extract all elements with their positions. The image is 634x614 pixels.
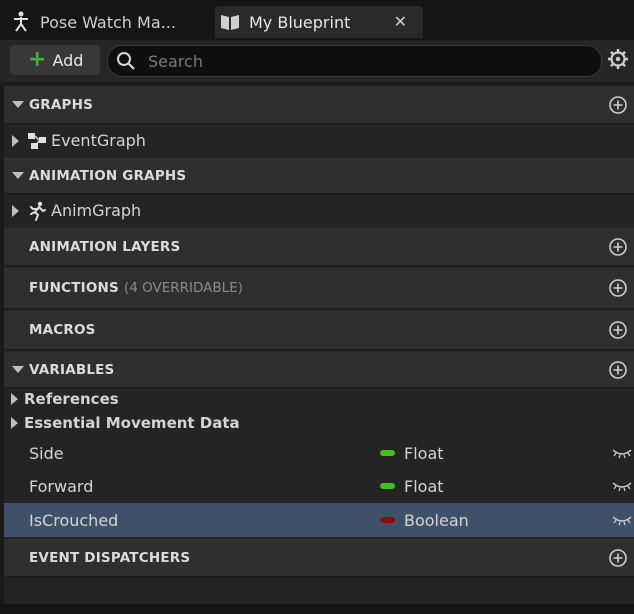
section-macros[interactable]: MACROS <box>4 311 634 350</box>
section-animation-graphs[interactable]: ANIMATION GRAPHS <box>4 158 634 194</box>
gear-icon[interactable] <box>607 48 629 70</box>
graph-nodes-icon <box>28 132 46 149</box>
add-variable-icon[interactable] <box>609 360 627 379</box>
category-essential-movement-data[interactable]: Essential Movement Data <box>4 411 634 435</box>
section-label: MACROS <box>29 322 96 338</box>
add-function-icon[interactable] <box>609 279 627 297</box>
float-pin-icon <box>380 483 395 489</box>
variable-type[interactable]: Float <box>404 444 444 463</box>
section-sub-label: (4 OVERRIDABLE) <box>123 280 243 296</box>
closed-eye-icon[interactable] <box>612 447 632 459</box>
section-functions[interactable]: FUNCTIONS (4 OVERRIDABLE) <box>4 268 634 309</box>
boolean-pin-icon <box>380 517 395 523</box>
category-references[interactable]: References <box>4 387 634 411</box>
section-label: GRAPHS <box>29 96 94 113</box>
closed-eye-icon[interactable] <box>612 480 632 492</box>
section-animation-layers[interactable]: ANIMATION LAYERS <box>4 228 634 266</box>
bottom-bar <box>0 604 634 614</box>
tab-my-blueprint[interactable]: My Blueprint ✕ <box>215 6 423 38</box>
search-icon <box>117 52 135 70</box>
book-icon <box>219 11 241 33</box>
variable-type[interactable]: Boolean <box>404 511 469 530</box>
item-label: EventGraph <box>51 131 146 150</box>
tab-label: My Blueprint <box>249 12 351 32</box>
search-box <box>107 45 602 77</box>
list-item-animgraph[interactable]: AnimGraph <box>4 193 634 228</box>
expand-arrow-icon <box>12 134 19 147</box>
closed-eye-icon[interactable] <box>612 514 632 526</box>
variable-name: Side <box>29 443 64 463</box>
collapse-arrow-icon <box>12 101 24 108</box>
toolbar: + Add <box>0 40 634 82</box>
variable-row-forward[interactable]: Forward Float <box>4 471 634 501</box>
section-graphs[interactable]: GRAPHS <box>4 86 634 124</box>
expand-arrow-icon <box>11 417 18 429</box>
section-label: ANIMATION GRAPHS <box>29 167 187 184</box>
section-label: EVENT DISPATCHERS <box>29 549 191 566</box>
section-label: VARIABLES <box>29 361 115 378</box>
add-graph-icon[interactable] <box>609 95 627 114</box>
section-label: FUNCTIONS <box>29 280 119 296</box>
section-variables[interactable]: VARIABLES <box>4 352 634 388</box>
section-event-dispatchers[interactable]: EVENT DISPATCHERS <box>4 539 634 577</box>
add-button[interactable]: + Add <box>10 45 100 75</box>
running-figure-icon <box>30 201 46 221</box>
add-macro-icon[interactable] <box>609 321 627 339</box>
category-label: References <box>24 390 119 408</box>
my-blueprint-panel: GRAPHS EventGraph ANIMATION GRAPHS AnimG… <box>4 86 634 614</box>
search-input[interactable] <box>146 50 570 72</box>
skeleton-icon <box>10 11 32 33</box>
close-icon[interactable]: ✕ <box>394 12 407 31</box>
tab-label: Pose Watch Ma... <box>40 12 176 32</box>
expand-arrow-icon <box>12 204 19 217</box>
variable-type[interactable]: Float <box>404 477 444 496</box>
add-button-label: Add <box>52 50 84 70</box>
collapse-arrow-icon <box>12 172 24 179</box>
float-pin-icon <box>380 450 395 456</box>
item-label: AnimGraph <box>51 201 142 220</box>
plus-icon: + <box>28 47 47 72</box>
variable-name: IsCrouched <box>29 510 119 530</box>
list-item-eventgraph[interactable]: EventGraph <box>4 123 634 158</box>
variable-name: Forward <box>29 476 94 496</box>
variable-row-side[interactable]: Side Float <box>4 438 634 468</box>
add-layer-icon[interactable] <box>609 237 627 256</box>
collapse-arrow-icon <box>12 366 24 373</box>
add-event-dispatcher-icon[interactable] <box>609 548 627 567</box>
tab-bar: Pose Watch Ma... My Blueprint ✕ <box>0 0 634 40</box>
category-label: Essential Movement Data <box>24 414 240 432</box>
expand-arrow-icon <box>11 393 18 405</box>
section-label: ANIMATION LAYERS <box>29 238 181 255</box>
variable-row-iscrouched[interactable]: IsCrouched Boolean <box>4 503 634 537</box>
tab-pose-watch[interactable]: Pose Watch Ma... <box>6 6 206 38</box>
